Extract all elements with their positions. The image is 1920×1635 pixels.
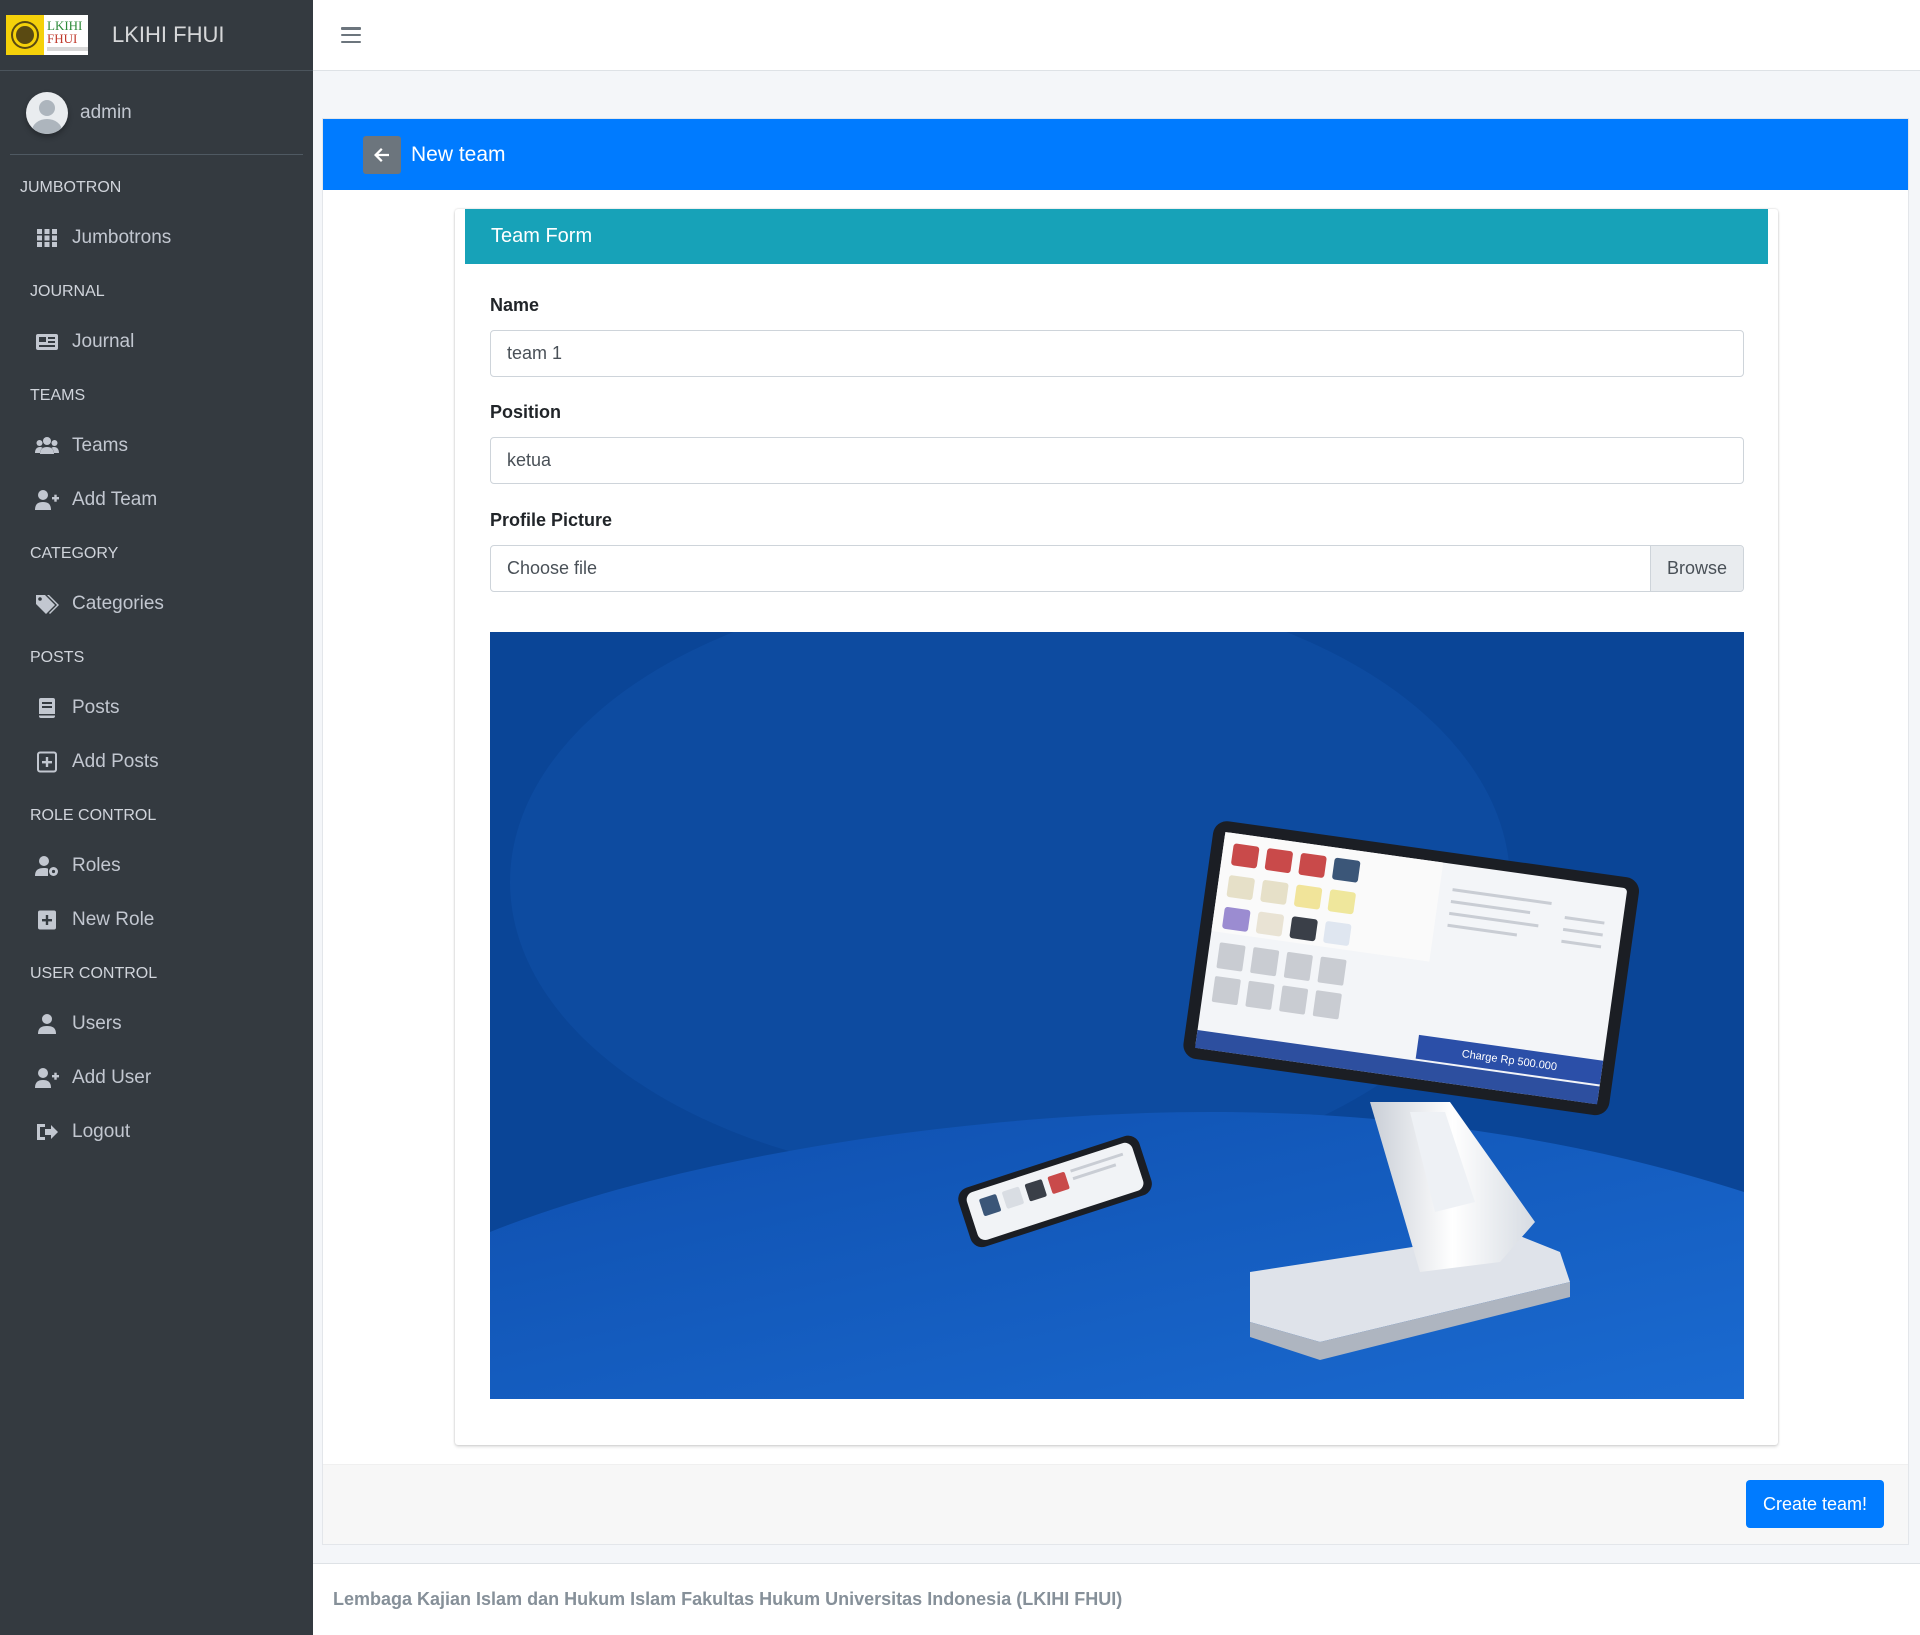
nav-header-role-control: ROLE CONTROL <box>30 807 157 824</box>
sidebar-item-jumbotrons[interactable]: Jumbotrons <box>0 211 313 265</box>
logo-text-2: FHUI <box>47 31 78 46</box>
team-form-card: Team Form Name Position Profile Picture … <box>455 209 1778 1445</box>
sidebar-item-label: Add Team <box>72 489 158 510</box>
sidebar-item-new-role[interactable]: New Role <box>0 893 313 947</box>
sidebar-item-label: Logout <box>72 1121 131 1142</box>
nav-header-teams: TEAMS <box>30 387 86 404</box>
user-plus-icon <box>34 489 60 511</box>
book-icon <box>34 697 60 719</box>
sidebar-item-label: New Role <box>72 909 155 930</box>
users-icon <box>34 435 60 457</box>
file-input-placeholder: Choose file <box>507 558 598 578</box>
user-icon <box>34 1013 60 1035</box>
sidebar-item-logout[interactable]: Logout <box>0 1105 313 1159</box>
brand-logo: LKIHI FHUI <box>6 15 88 55</box>
profile-picture-file-input[interactable]: Choose file Browse <box>490 545 1744 592</box>
avatar <box>26 91 68 134</box>
newspaper-icon <box>34 331 60 353</box>
plus-square-icon <box>34 751 60 773</box>
sidebar-item-journal[interactable]: Journal <box>0 315 313 369</box>
sidebar-item-label: Teams <box>72 435 128 456</box>
page-title: New team <box>411 142 506 166</box>
user-panel[interactable]: admin <box>10 71 303 155</box>
sidebar-item-add-team[interactable]: Add Team <box>0 473 313 527</box>
sidebar-item-label: Journal <box>72 331 135 352</box>
logo-wordmark: LKIHI FHUI <box>44 15 88 55</box>
menu-toggle-icon[interactable] <box>341 27 361 43</box>
grid-icon <box>34 227 60 249</box>
position-input[interactable] <box>490 437 1744 484</box>
sidebar-item-posts[interactable]: Posts <box>0 681 313 735</box>
create-team-button[interactable]: Create team! <box>1746 1480 1884 1528</box>
user-plus-icon <box>34 1067 60 1089</box>
position-label: Position <box>490 402 561 422</box>
brand-name: LKIHI FHUI <box>112 22 225 47</box>
nav-header-user-control: USER CONTROL <box>30 965 158 982</box>
sidebar-item-label: Categories <box>72 593 164 614</box>
sidebar-nav: JUMBOTRON Jumbotrons JOURNAL Journal TEA… <box>0 155 313 1159</box>
sign-out-icon <box>34 1121 60 1143</box>
sidebar-item-add-posts[interactable]: Add Posts <box>0 735 313 789</box>
plus-square-icon <box>34 909 60 931</box>
brand-link[interactable]: LKIHI FHUI LKIHI FHUI <box>0 0 313 71</box>
top-navbar <box>313 0 1920 71</box>
name-label: Name <box>490 295 540 315</box>
sidebar-item-label: Roles <box>72 855 121 876</box>
main-card: New team Team Form Name Position Profile… <box>322 118 1909 1545</box>
sidebar: LKIHI FHUI LKIHI FHUI admin JUMBOTRON Ju… <box>0 0 313 1635</box>
card-footer: Create team! <box>323 1464 1908 1544</box>
sidebar-item-add-user[interactable]: Add User <box>0 1051 313 1105</box>
arrow-left-icon <box>374 147 389 162</box>
page-footer: Lembaga Kajian Islam dan Hukum Islam Fak… <box>313 1563 1920 1635</box>
sidebar-item-users[interactable]: Users <box>0 997 313 1051</box>
back-button[interactable] <box>363 135 401 174</box>
tags-icon <box>34 593 60 615</box>
sidebar-item-roles[interactable]: Roles <box>0 839 313 893</box>
university-seal-icon <box>6 15 44 55</box>
sidebar-item-label: Jumbotrons <box>72 227 172 248</box>
browse-button[interactable]: Browse <box>1650 546 1743 591</box>
nav-header-journal: JOURNAL <box>30 283 105 300</box>
sidebar-item-label: Posts <box>72 697 120 718</box>
sidebar-item-label: Users <box>72 1013 122 1034</box>
form-title: Team Form <box>465 209 1768 264</box>
nav-header-posts: POSTS <box>30 649 85 666</box>
card-header: New team <box>323 119 1908 190</box>
user-cog-icon <box>34 855 60 877</box>
profile-picture-preview: Charge Rp 500.000 <box>490 632 1744 1399</box>
nav-header-jumbotron: JUMBOTRON <box>20 179 122 196</box>
nav-header-category: CATEGORY <box>30 545 119 562</box>
profile-picture-label: Profile Picture <box>490 510 613 530</box>
sidebar-item-categories[interactable]: Categories <box>0 577 313 631</box>
sidebar-item-label: Add Posts <box>72 751 159 772</box>
sidebar-item-label: Add User <box>72 1067 152 1088</box>
pos-device-image: Charge Rp 500.000 <box>490 632 1744 1399</box>
user-name: admin <box>80 101 132 123</box>
name-input[interactable] <box>490 330 1744 377</box>
sidebar-item-teams[interactable]: Teams <box>0 419 313 473</box>
